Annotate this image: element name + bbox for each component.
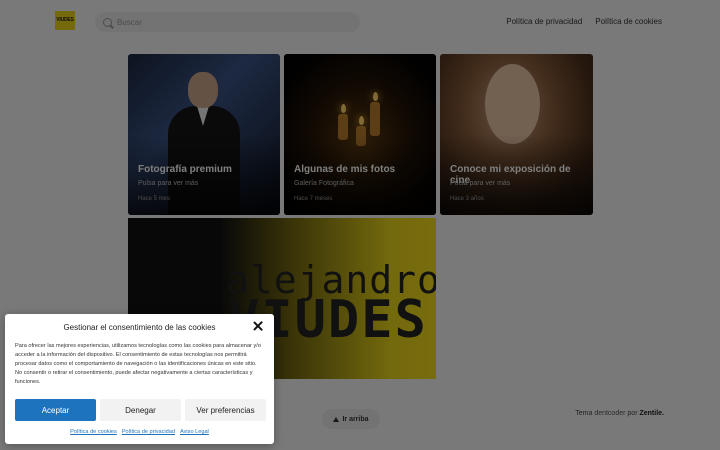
link-cookie-policy[interactable]: Política de cookies [70, 429, 117, 435]
consent-title: Gestionar el consentimiento de las cooki… [63, 323, 216, 332]
consent-links: Política de cookies Política de privacid… [5, 429, 274, 435]
close-icon[interactable] [252, 320, 264, 332]
link-privacy-policy[interactable]: Política de privacidad [122, 429, 175, 435]
accept-button[interactable]: Aceptar [15, 399, 96, 421]
cookie-consent-dialog: Gestionar el consentimiento de las cooki… [5, 314, 274, 444]
consent-buttons: Aceptar Denegar Ver preferencias [15, 399, 266, 421]
link-legal-notice[interactable]: Aviso Legal [180, 429, 209, 435]
deny-button[interactable]: Denegar [100, 399, 181, 421]
view-preferences-button[interactable]: Ver preferencias [185, 399, 266, 421]
consent-body: Para ofrecer las mejores experiencias, u… [15, 343, 261, 385]
